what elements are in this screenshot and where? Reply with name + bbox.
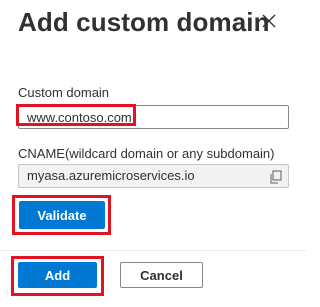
cancel-button[interactable]: Cancel bbox=[120, 262, 203, 288]
cname-value: myasa.azuremicroservices.io bbox=[27, 168, 195, 183]
panel-title: Add custom domain bbox=[18, 7, 270, 37]
add-custom-domain-panel: Add custom domain Custom domain CNAME(wi… bbox=[0, 0, 306, 307]
validate-button[interactable]: Validate bbox=[19, 201, 105, 229]
custom-domain-label: Custom domain bbox=[18, 85, 110, 100]
cname-label: CNAME(wildcard domain or any subdomain) bbox=[18, 146, 275, 161]
cname-field: myasa.azuremicroservices.io bbox=[18, 164, 289, 188]
close-icon bbox=[262, 14, 276, 28]
add-button[interactable]: Add bbox=[18, 262, 97, 288]
footer-divider bbox=[0, 250, 306, 251]
close-button[interactable] bbox=[258, 10, 280, 32]
copy-icon bbox=[270, 170, 282, 184]
copy-button[interactable] bbox=[269, 169, 283, 184]
custom-domain-input[interactable] bbox=[18, 105, 289, 129]
